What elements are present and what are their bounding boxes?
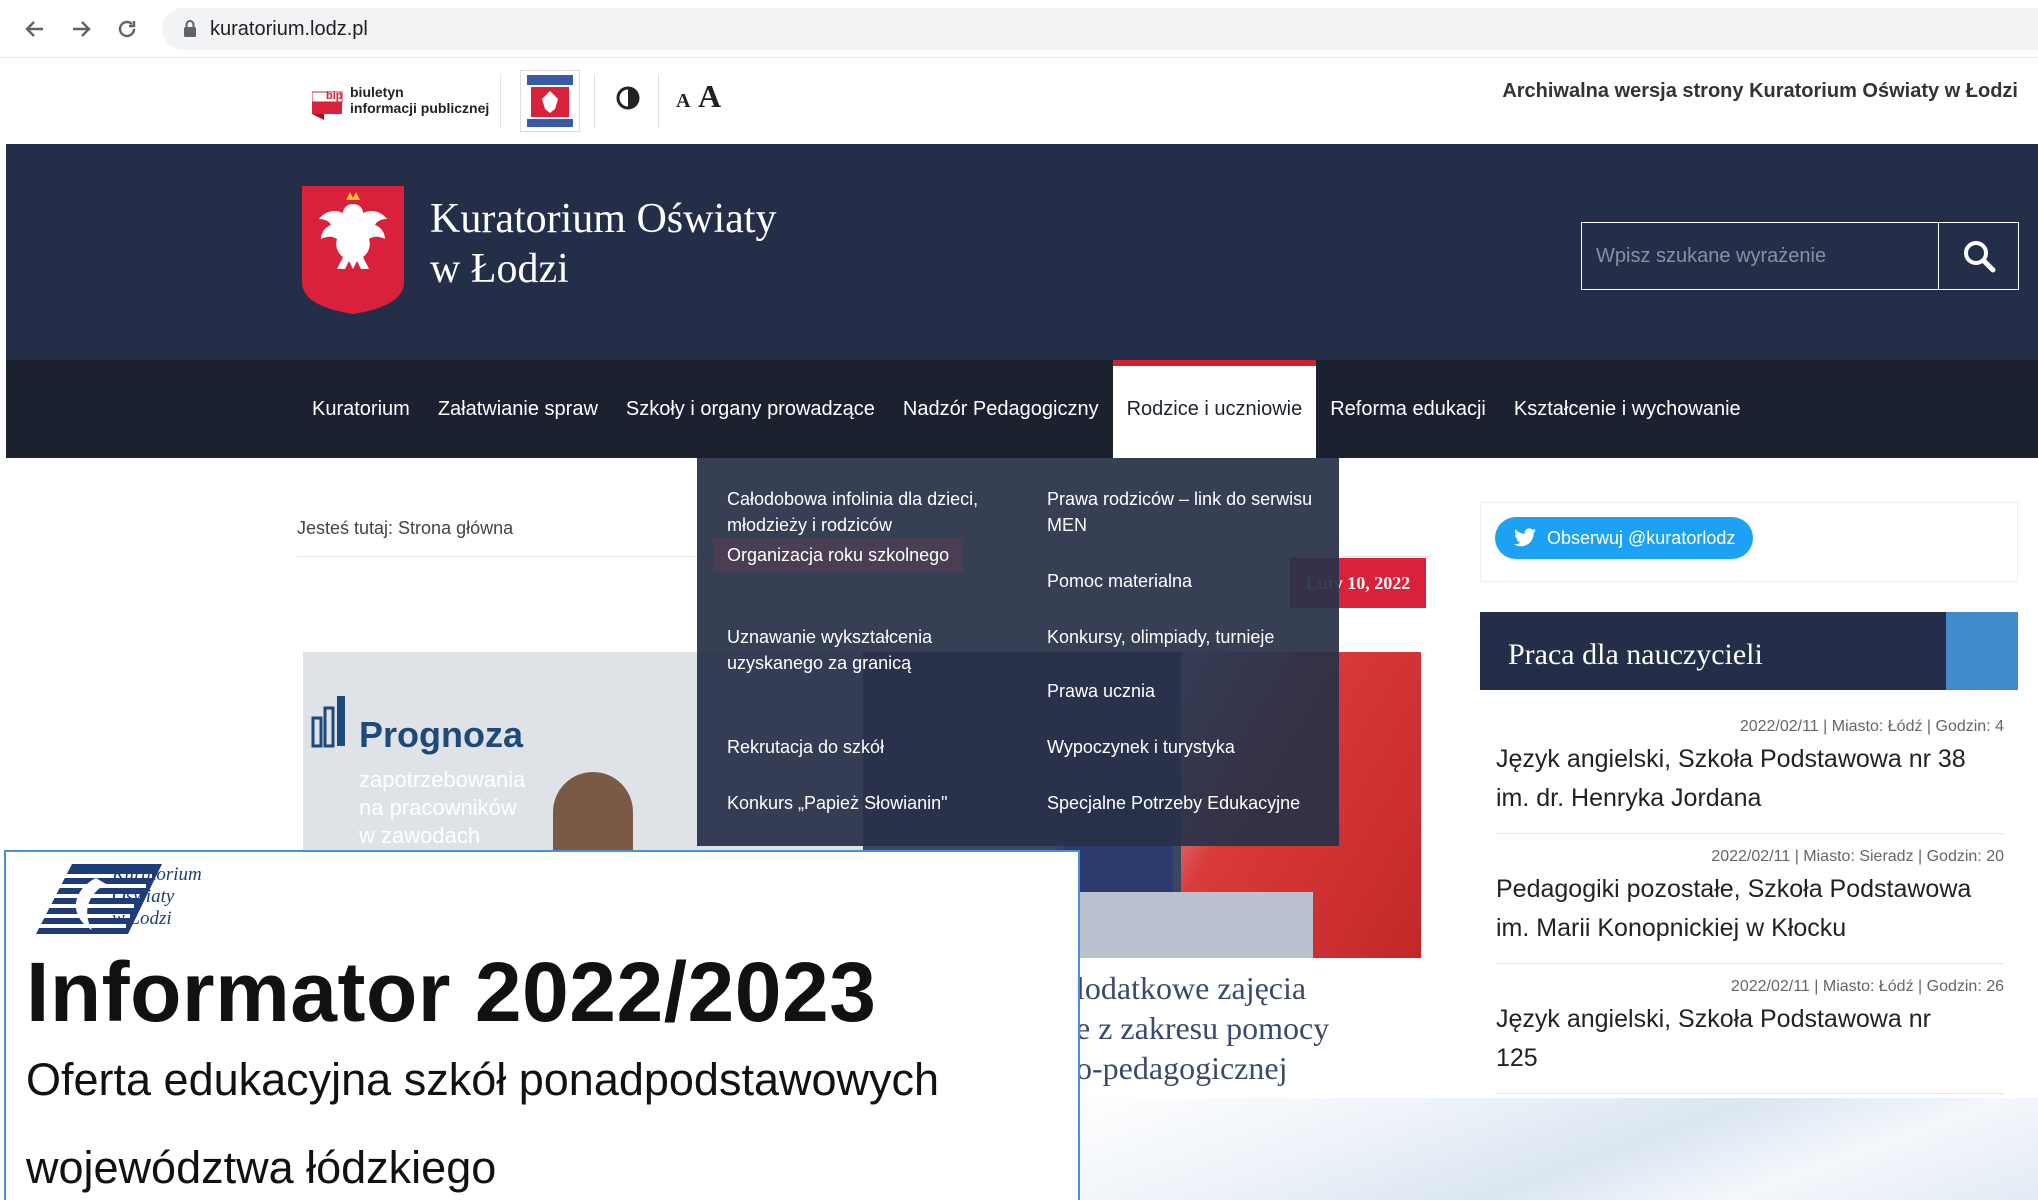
menu-item-pomoc-materialna[interactable]: Pomoc materialna: [1047, 568, 1192, 594]
arrow-right-icon: [73, 21, 91, 37]
twitter-follow-button[interactable]: Obserwuj @kuratorlodz: [1495, 517, 1754, 559]
arrow-left-icon: [25, 21, 43, 37]
font-size-small-button[interactable]: A: [676, 90, 690, 113]
informator-subtitle-line1: Oferta edukacyjna szkół ponadpodstawowyc…: [26, 1054, 940, 1105]
menu-item-prawa-rodzicow[interactable]: Prawa rodziców – link do serwisu MEN: [1047, 486, 1312, 538]
menu-item-konkursy[interactable]: Konkursy, olimpiady, turnieje: [1047, 624, 1274, 650]
menu-item-prawa-ucznia[interactable]: Prawa ucznia: [1047, 678, 1155, 704]
twitter-bird-icon: [1514, 528, 1536, 547]
address-bar[interactable]: kuratorium.lodz.pl: [162, 8, 2038, 50]
menu-item-rekrutacja[interactable]: Rekrutacja do szkół: [727, 734, 884, 760]
nav-item-zalatwianie-spraw[interactable]: Załatwianie spraw: [424, 360, 612, 458]
browser-toolbar: kuratorium.lodz.pl: [0, 0, 2038, 58]
kuratorium-logo-text: Kuratorium Oświaty w Łodzi: [112, 864, 202, 929]
nav-item-szkoly[interactable]: Szkoły i organy prowadzące: [612, 360, 889, 458]
twitter-follow-label: Obserwuj @kuratorlodz: [1547, 527, 1736, 548]
archive-notice[interactable]: Archiwalna wersja strony Kuratorium Oświ…: [1502, 80, 2018, 103]
breadcrumb: Jesteś tutaj: Strona główna: [297, 518, 514, 538]
forward-button[interactable]: [64, 12, 98, 46]
site-header: Kuratorium Oświaty w Łodzi: [6, 144, 2038, 360]
contrast-icon[interactable]: [614, 84, 642, 112]
nav-item-ksztalcenie[interactable]: Kształcenie i wychowanie: [1500, 360, 1755, 458]
job-title: Język angielski, Szkoła Podstawowa nr 12…: [1496, 1005, 1931, 1072]
informator-banner: Kuratorium Oświaty w Łodzi Informator 20…: [4, 850, 1080, 1200]
dropdown-menu-rodzice: Całodobowa infolinia dla dzieci, młodzie…: [697, 458, 1339, 846]
jobs-header-accent: [1946, 612, 2018, 690]
job-listing[interactable]: 2022/02/11 | Miasto: Łódź | Godzin: 4 Ję…: [1496, 718, 2004, 834]
bip-logo[interactable]: bip biuletyn informacji publicznej: [312, 80, 492, 124]
job-meta: 2022/02/11 | Miasto: Łódź | Godzin: 4: [1739, 718, 2004, 735]
twitter-widget: Obserwuj @kuratorlodz: [1480, 502, 2018, 582]
menu-item-uznawanie[interactable]: Uznawanie wykształcenia uzyskanego za gr…: [727, 624, 932, 676]
nav-item-kuratorium[interactable]: Kuratorium: [298, 360, 424, 458]
job-meta: 2022/02/11 | Miasto: Sieradz | Godzin: 2…: [1711, 848, 2004, 865]
menu-item-wypoczynek[interactable]: Wypoczynek i turystyka: [1047, 734, 1235, 760]
slide-title: Prognoza: [359, 714, 524, 755]
site-title[interactable]: Kuratorium Oświaty w Łodzi: [430, 194, 776, 294]
nav-list: Kuratorium Załatwianie spraw Szkoły i or…: [298, 360, 1755, 458]
article-title[interactable]: lodatkowe zajęcia e z zakresu pomocy o-p…: [1076, 968, 1329, 1088]
reload-button[interactable]: [110, 12, 144, 46]
decorative-wave-background: [1078, 1098, 2038, 1200]
eagle-badge-icon: [527, 75, 573, 127]
menu-item-organizacja-roku[interactable]: Organizacja roku szkolnego: [713, 538, 964, 572]
main-navigation: Kuratorium Załatwianie spraw Szkoły i or…: [6, 360, 2038, 458]
sluzba-cywilna-logo[interactable]: [520, 70, 580, 132]
job-title: Język angielski, Szkoła Podstawowa nr 38…: [1496, 745, 1966, 812]
lock-icon: [184, 20, 196, 37]
search-button[interactable]: [1938, 223, 2018, 289]
job-meta: 2022/02/11 | Miasto: Łódź | Godzin: 26: [1730, 978, 2004, 995]
utility-bar: bip biuletyn informacji publicznej A A A…: [0, 58, 2038, 144]
font-size-large-button[interactable]: A: [698, 78, 721, 115]
url-text: kuratorium.lodz.pl: [210, 18, 368, 40]
nav-item-reforma[interactable]: Reforma edukacji: [1316, 360, 1500, 458]
polish-eagle-emblem-icon[interactable]: [298, 186, 408, 314]
bip-text: biuletyn informacji publicznej: [350, 84, 490, 116]
search-icon: [1963, 241, 1995, 273]
informator-subtitle-line2: województwa łódzkiego: [26, 1142, 497, 1193]
search-input[interactable]: [1582, 223, 1938, 289]
job-listing[interactable]: 2022/02/11 | Miasto: Łódź | Godzin: 26 J…: [1496, 978, 2004, 1094]
divider: [658, 74, 659, 128]
informator-title: Informator 2022/2023: [26, 945, 877, 1039]
bip-badge: bip: [326, 90, 343, 102]
slide-subtitle: zapotrzebowania na pracowników w zawodac…: [359, 767, 526, 848]
jobs-section-title[interactable]: Praca dla nauczycieli: [1480, 612, 1946, 690]
menu-item-infolinia[interactable]: Całodobowa infolinia dla dzieci, młodzie…: [727, 486, 978, 538]
bar-chart-icon: [311, 696, 345, 748]
reload-icon: [118, 20, 136, 38]
nav-item-rodzice-i-uczniowie[interactable]: Rodzice i uczniowie: [1112, 360, 1317, 458]
search-box: [1581, 222, 2019, 290]
job-title: Pedagogiki pozostałe, Szkoła Podstawowa …: [1496, 875, 1972, 942]
job-listing[interactable]: 2022/02/11 | Miasto: Sieradz | Godzin: 2…: [1496, 848, 2004, 964]
back-button[interactable]: [18, 12, 52, 46]
nav-item-nadzor[interactable]: Nadzór Pedagogiczny: [889, 360, 1113, 458]
menu-item-konkurs-papiez[interactable]: Konkurs „Papież Słowianin": [727, 790, 948, 816]
divider: [500, 74, 501, 128]
menu-item-specjalne-potrzeby[interactable]: Specjalne Potrzeby Edukacyjne: [1047, 790, 1300, 816]
divider: [594, 74, 595, 128]
